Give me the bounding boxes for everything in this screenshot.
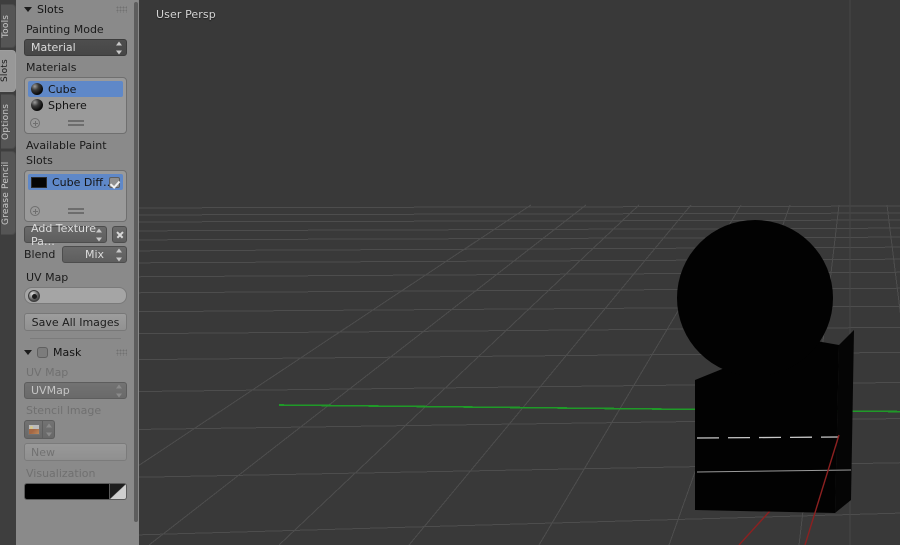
paint-slot-name: Cube Diff… bbox=[52, 175, 109, 189]
mask-uv-map-value: UVMap bbox=[31, 384, 70, 397]
tab-tools-label: Tools bbox=[1, 14, 11, 38]
chevron-updown-icon bbox=[115, 41, 122, 54]
remove-texture-slot-button[interactable] bbox=[112, 226, 127, 243]
materials-list-footer bbox=[28, 116, 123, 130]
slots-sidebar: Slots Painting Mode Material Materials C… bbox=[16, 0, 139, 545]
list-item[interactable]: Cube Diff… bbox=[28, 174, 123, 190]
panel-grip-icon[interactable] bbox=[116, 6, 127, 13]
drag-handle-icon[interactable] bbox=[67, 120, 84, 126]
stencil-image-browse-button[interactable] bbox=[24, 420, 43, 439]
blend-dropdown[interactable]: Mix bbox=[62, 246, 127, 263]
uv-map-field[interactable] bbox=[24, 287, 127, 304]
stencil-image-dropdown[interactable] bbox=[43, 420, 55, 439]
available-paint-slots-label: Available Paint Slots bbox=[26, 139, 107, 167]
save-all-images-label: Save All Images bbox=[31, 315, 120, 329]
mask-uv-map-label: UV Map bbox=[26, 366, 69, 379]
tab-options-label: Options bbox=[1, 103, 11, 140]
toolshelf-tabstrip: Tools Slots Options Grease Pencil bbox=[0, 0, 16, 545]
painting-mode-dropdown[interactable]: Material bbox=[24, 39, 127, 56]
painting-mode-value: Material bbox=[31, 41, 76, 54]
viewport-objects[interactable] bbox=[139, 0, 900, 545]
stencil-image-row bbox=[24, 420, 127, 439]
materials-list[interactable]: Cube Sphere bbox=[24, 77, 127, 134]
list-item[interactable]: Sphere bbox=[28, 97, 123, 113]
tab-slots-label: Slots bbox=[0, 59, 10, 83]
save-all-images-button[interactable]: Save All Images bbox=[24, 313, 127, 331]
chevron-updown-icon bbox=[45, 423, 52, 436]
add-texture-slot-row: Add Texture Pa… bbox=[24, 222, 127, 248]
texture-thumbnail-icon bbox=[31, 176, 47, 188]
add-texture-paint-slot-label: Add Texture Pa… bbox=[31, 221, 97, 248]
paint-slot-checkbox[interactable] bbox=[109, 176, 120, 188]
drag-handle-icon[interactable] bbox=[67, 208, 84, 214]
visualization-label: Visualization bbox=[26, 467, 96, 480]
paint-slots-list-footer bbox=[28, 204, 123, 218]
stencil-image-label: Stencil Image bbox=[26, 404, 102, 417]
panel-divider bbox=[30, 338, 121, 339]
chevron-updown-icon bbox=[115, 248, 122, 261]
add-icon[interactable] bbox=[30, 206, 40, 216]
sidebar-scrollbar[interactable] bbox=[134, 2, 138, 522]
materials-label: Materials bbox=[26, 61, 77, 74]
blend-value: Mix bbox=[84, 248, 105, 261]
slots-panel-title: Slots bbox=[37, 2, 64, 16]
chevron-updown-icon bbox=[115, 384, 122, 397]
material-ball-icon bbox=[31, 99, 43, 111]
tab-options[interactable]: Options bbox=[1, 94, 16, 149]
panel-grip-icon[interactable] bbox=[116, 349, 127, 356]
mask-uv-map-dropdown[interactable]: UVMap bbox=[24, 382, 127, 399]
slots-panel-body: Painting Mode Material Materials Cube Sp… bbox=[16, 22, 135, 339]
material-name: Sphere bbox=[48, 98, 87, 112]
uv-map-icon bbox=[28, 289, 40, 302]
add-texture-paint-slot-button[interactable]: Add Texture Pa… bbox=[24, 222, 107, 248]
material-ball-icon bbox=[31, 83, 43, 95]
mask-panel-body: UV Map UVMap Stencil Image New Visualiza… bbox=[16, 365, 135, 500]
chevron-down-icon bbox=[24, 6, 32, 12]
mask-toggle-checkbox[interactable] bbox=[37, 346, 48, 358]
painting-mode-label: Painting Mode bbox=[26, 23, 104, 36]
visualization-color-row bbox=[24, 483, 127, 500]
3d-viewport[interactable]: User Persp bbox=[139, 0, 900, 545]
image-icon bbox=[27, 424, 40, 435]
visualization-color-swatch[interactable] bbox=[24, 483, 110, 500]
stencil-new-image-label: New bbox=[31, 445, 55, 459]
mask-panel-header[interactable]: Mask bbox=[16, 343, 135, 361]
chevron-updown-icon bbox=[95, 228, 102, 241]
blend-row: Blend Mix bbox=[24, 246, 127, 263]
list-item[interactable]: Cube bbox=[28, 81, 123, 97]
chevron-down-icon bbox=[24, 349, 32, 355]
slots-panel-header[interactable]: Slots bbox=[16, 0, 135, 18]
stencil-new-image-button[interactable]: New bbox=[24, 443, 127, 461]
uv-map-label: UV Map bbox=[26, 271, 69, 284]
add-icon[interactable] bbox=[30, 118, 40, 128]
tab-grease-pencil[interactable]: Grease Pencil bbox=[1, 151, 16, 235]
blend-label: Blend bbox=[24, 248, 56, 261]
paint-slots-list[interactable]: Cube Diff… bbox=[24, 170, 127, 222]
material-name: Cube bbox=[48, 82, 77, 96]
blender-window: User Persp Tools Slots Options Grease Pe… bbox=[0, 0, 900, 545]
tab-grease-pencil-label: Grease Pencil bbox=[1, 161, 11, 225]
tab-slots[interactable]: Slots bbox=[0, 50, 16, 92]
visualization-alpha-swatch[interactable] bbox=[110, 483, 127, 500]
mask-panel-title: Mask bbox=[53, 345, 82, 359]
tab-tools[interactable]: Tools bbox=[1, 4, 16, 48]
